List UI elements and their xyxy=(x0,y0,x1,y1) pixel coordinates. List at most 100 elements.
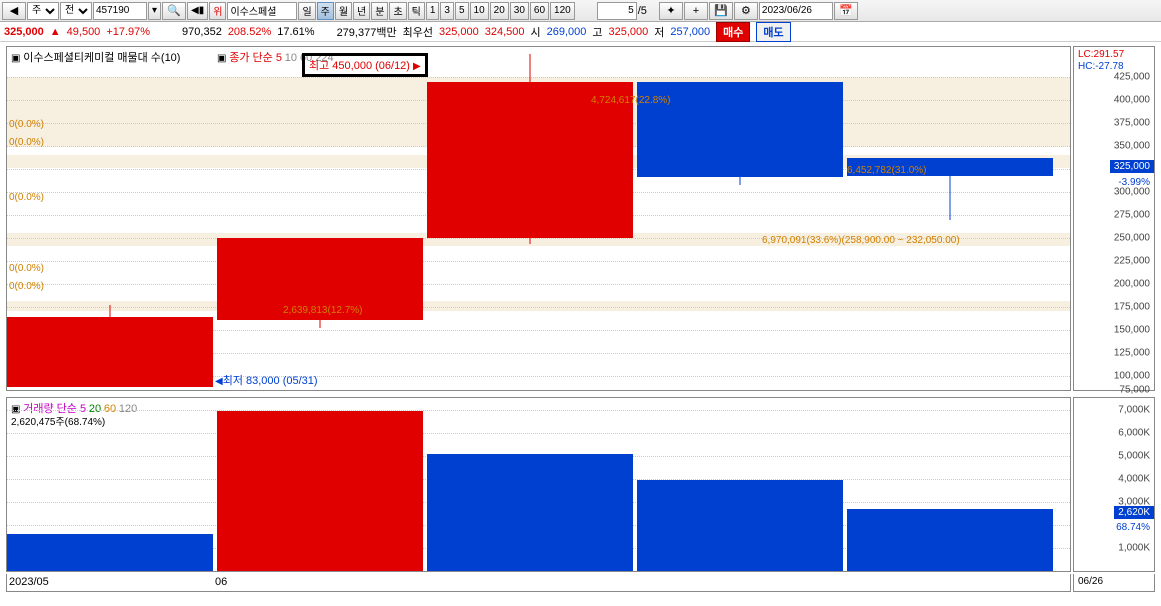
volume-value: 970,352 xyxy=(182,26,222,38)
vp-label-1: 0(0.0%) xyxy=(9,137,44,148)
pct-3: 17.61% xyxy=(277,26,314,38)
high-price: 325,000 xyxy=(609,26,649,38)
up-arrow-icon: ▲ xyxy=(50,26,61,38)
count-input[interactable] xyxy=(597,2,637,20)
highest-annotation: 최고 450,000 (06/12) ▶ xyxy=(302,53,428,77)
vp-label-0: 0(0.0%) xyxy=(9,119,44,130)
settings-button[interactable]: ⚙ xyxy=(734,2,758,20)
rank-button[interactable]: 위 xyxy=(209,2,226,20)
low-price: 257,000 xyxy=(670,26,710,38)
ask-price: 325,000 xyxy=(439,26,479,38)
num-60[interactable]: 60 xyxy=(530,2,549,20)
stock-name-input[interactable] xyxy=(227,2,297,20)
time-axis: 2023/05 06 xyxy=(6,574,1071,592)
period-year[interactable]: 년 xyxy=(353,2,370,20)
price-yaxis: LC:291.57 HC:-27.78 425,000 400,000 375,… xyxy=(1073,46,1155,391)
quote-bar: 325,000 ▲ 49,500 +17.97% 970,352 208.52%… xyxy=(0,22,1161,42)
price-chart-panel[interactable]: ▣ 이수스페셜티케미컬 매물대 수(10) ▣ 종가 단순 5 10 60 22… xyxy=(6,46,1071,391)
vol-bar-1 xyxy=(7,534,213,571)
vol-current-pct: 68.74% xyxy=(1116,522,1150,533)
ytick: 100,000 xyxy=(1114,371,1150,382)
vol-current-tag: 2,620K xyxy=(1114,506,1154,519)
buy-button[interactable]: 매수 xyxy=(716,22,750,42)
prev-stock-button[interactable]: ◀▮ xyxy=(187,2,208,20)
ytick: 7,000K xyxy=(1118,405,1150,416)
price-change: 49,500 xyxy=(67,26,101,38)
ytick: 400,000 xyxy=(1114,95,1150,106)
time-tick-2: 06 xyxy=(215,576,227,591)
period-min[interactable]: 분 xyxy=(371,2,388,20)
tool-button-1[interactable]: ✦ xyxy=(659,2,683,20)
vp-label-3: 0(0.0%) xyxy=(9,263,44,274)
period-sec[interactable]: 초 xyxy=(389,2,406,20)
num-120[interactable]: 120 xyxy=(550,2,575,20)
ytick: 300,000 xyxy=(1114,187,1150,198)
gear-icon: ⚙ xyxy=(738,3,754,19)
period-week[interactable]: 주 xyxy=(317,2,334,20)
plus-icon: + xyxy=(688,3,704,19)
prev-select[interactable]: 전 xyxy=(60,2,92,20)
ytick: 4,000K xyxy=(1118,474,1150,485)
pct-2: 208.52% xyxy=(228,26,271,38)
num-1[interactable]: 1 xyxy=(426,2,440,20)
code-dropdown-button[interactable]: ▾ xyxy=(148,2,161,20)
view-select[interactable]: 주 xyxy=(27,2,59,20)
arrow-left-icon: ◀ xyxy=(215,376,223,387)
ytick: 375,000 xyxy=(1114,118,1150,129)
low-label: 저 xyxy=(654,24,664,40)
count-suffix: /5 xyxy=(638,5,647,17)
back-button[interactable]: ◀ xyxy=(2,2,26,20)
anno-4: 2,639,813(12.7%) xyxy=(283,305,363,316)
period-tick[interactable]: 틱 xyxy=(408,2,425,20)
current-price-tag: 325,000 xyxy=(1110,160,1154,173)
open-label: 시 xyxy=(530,24,540,40)
ytick: 6,000K xyxy=(1118,428,1150,439)
vol-bar-4 xyxy=(637,480,843,571)
num-10[interactable]: 10 xyxy=(470,2,489,20)
anno-3: 6,970,091(33.6%)(258,900.00 ~ 232,050.00… xyxy=(762,235,960,246)
date-input[interactable] xyxy=(759,2,833,20)
ytick: 5,000K xyxy=(1118,451,1150,462)
period-month[interactable]: 월 xyxy=(335,2,352,20)
save-button[interactable]: 💾 xyxy=(709,2,733,20)
period-day[interactable]: 일 xyxy=(298,2,315,20)
ytick: 225,000 xyxy=(1114,256,1150,267)
ytick: 150,000 xyxy=(1114,325,1150,336)
volume-chart-panel[interactable]: ▣ 거래량 단순 5 20 60 120 2,620,475주(68.74%) xyxy=(6,397,1071,572)
series-legend: ▣ 이수스페셜티케미컬 매물대 수(10) xyxy=(11,49,180,65)
num-5[interactable]: 5 xyxy=(455,2,469,20)
vol-bar-3 xyxy=(427,454,633,571)
stock-code-input[interactable] xyxy=(93,2,147,20)
high-label: 고 xyxy=(592,24,602,40)
ytick: 200,000 xyxy=(1114,279,1150,290)
ytick: 275,000 xyxy=(1114,210,1150,221)
arrow-right-icon: ▶ xyxy=(413,61,421,72)
search-button[interactable]: 🔍 xyxy=(162,2,186,20)
tool-button-2[interactable]: + xyxy=(684,2,708,20)
open-price: 269,000 xyxy=(547,26,587,38)
calendar-button[interactable]: 📅 xyxy=(834,2,858,20)
anno-2: 6,452,782(31.0%) xyxy=(847,165,927,176)
vol-bar-2 xyxy=(217,411,423,571)
bid-price: 324,500 xyxy=(485,26,525,38)
lowest-annotation: ◀최저 83,000 (05/31) xyxy=(215,372,318,388)
vp-label-4: 0(0.0%) xyxy=(9,281,44,292)
volume-yaxis: 7,000K 6,000K 5,000K 4,000K 3,000K 2,620… xyxy=(1073,397,1155,572)
time-tick-1: 2023/05 xyxy=(7,576,215,591)
priority-label: 최우선 xyxy=(403,24,433,40)
sell-button[interactable]: 매도 xyxy=(756,22,790,42)
num-3[interactable]: 3 xyxy=(440,2,454,20)
ytick: 1,000K xyxy=(1118,543,1150,554)
ytick: 350,000 xyxy=(1114,141,1150,152)
ytick: 425,000 xyxy=(1114,72,1150,83)
lc-label: LC:291.57 xyxy=(1078,49,1124,60)
num-20[interactable]: 20 xyxy=(490,2,509,20)
candle-1 xyxy=(7,317,213,387)
num-30[interactable]: 30 xyxy=(510,2,529,20)
vol-bar-5 xyxy=(847,509,1053,571)
save-icon: 💾 xyxy=(713,3,729,19)
time-axis-right: 06/26 xyxy=(1073,574,1155,592)
anno-1: 4,724,617(22.8%) xyxy=(591,95,671,106)
calendar-icon: 📅 xyxy=(838,3,854,19)
vol-legend-2: 2,620,475주(68.74%) xyxy=(11,413,105,428)
